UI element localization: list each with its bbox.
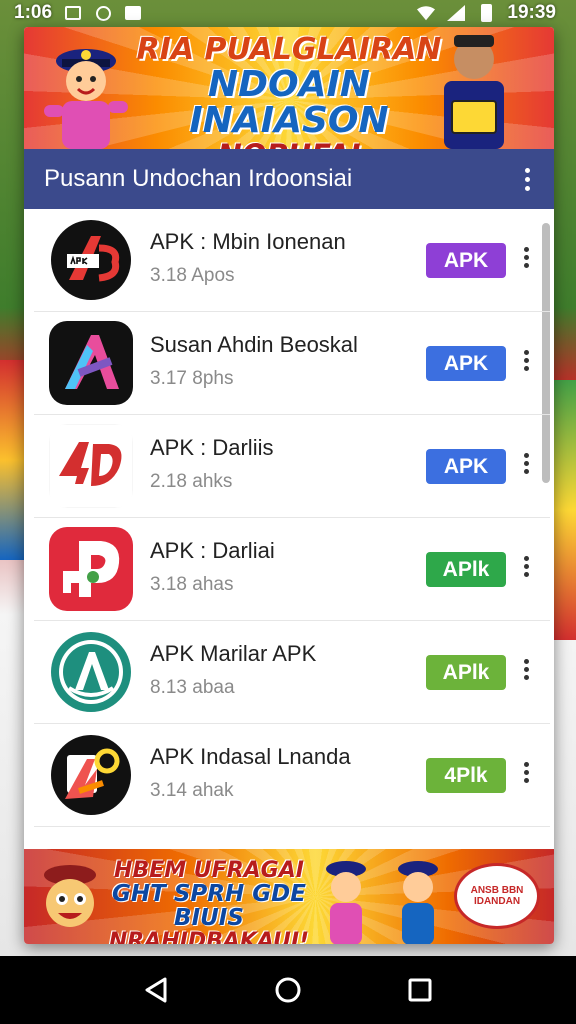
list-item[interactable]: APK Marilar APK 8.13 abaa APlk [34, 621, 550, 724]
apk-download-button[interactable]: 4Plk [426, 758, 506, 793]
banner-line-1: RIA PUALGLAIRAN [136, 32, 442, 67]
promo-banner-bottom-headline: HBEM UFRAGAI GHT SPRH GDE BIUIS NRAHIDBA… [94, 859, 324, 944]
apk-download-button[interactable]: APlk [426, 655, 506, 690]
status-right: 19:39 [417, 2, 556, 24]
list-item[interactable]: APK : Darliai 3.18 ahas APlk [34, 518, 550, 621]
overflow-menu-icon[interactable] [521, 164, 534, 195]
status-clock: 19:39 [507, 2, 556, 23]
promo-banner-headline: RIA PUALGLAIRAN NDOAIN INAIASON NOPUFAI … [129, 32, 449, 150]
item-text: APK : Mbin Ionenan 3.18 Apos [150, 229, 346, 287]
item-text: APK : Darliai 3.18 ahas [150, 538, 275, 596]
app-name: APK : Mbin Ionenan [150, 229, 346, 254]
circle-icon [94, 5, 112, 21]
list-item[interactable]: APK : Darliis 2.18 ahks APK [34, 415, 550, 518]
app-list[interactable]: APK : Mbin Ionenan 3.18 Apos APK Susan A… [24, 209, 554, 829]
background-decoration-right [552, 380, 576, 640]
item-text: APK : Darliis 2.18 ahks [150, 435, 273, 493]
apk-download-button[interactable]: APK [426, 346, 506, 381]
app-list-dialog: RIA PUALGLAIRAN NDOAIN INAIASON NOPUFAI … [24, 27, 554, 944]
green-seal-logo-icon [49, 630, 133, 714]
list-item[interactable]: Susan Ahdin Beoskal 3.17 8phs APK [34, 312, 550, 415]
list-item[interactable]: APK : Mbin Ionenan 3.18 Apos APK [34, 209, 550, 312]
app-meta: 3.18 Apos [150, 265, 235, 286]
app-meta: 3.18 ahas [150, 574, 234, 595]
home-icon[interactable] [268, 970, 308, 1010]
person-holding-card-icon [444, 35, 504, 149]
cartoon-officer-icon [398, 861, 438, 944]
banner-bottom-line-3: NRAHIDBAKAUI! [108, 929, 310, 944]
app-meta: 3.17 8phs [150, 368, 234, 389]
navigation-bar [0, 956, 576, 1024]
item-text: APK Marilar APK 8.13 abaa [150, 641, 316, 699]
app-name: APK Indasal Lnanda [150, 744, 351, 769]
status-time: 1:06 [14, 2, 53, 23]
red-p-logo-icon [49, 527, 133, 611]
app-name: APK Marilar APK [150, 641, 317, 666]
promo-badge: ANSB BBN IDANDAN [454, 863, 540, 929]
item-more-icon[interactable] [524, 659, 529, 680]
recents-icon[interactable] [400, 970, 440, 1010]
battery-icon [477, 4, 495, 22]
cartoon-officer-icon [326, 861, 366, 944]
list-item[interactable]: APK Indasal Lnanda 3.14 ahak 4Plk [34, 724, 550, 827]
apk-logo-icon [49, 218, 133, 302]
item-more-icon[interactable] [524, 453, 529, 474]
image-icon [64, 5, 82, 21]
app-name: APK : Darliis [150, 435, 274, 460]
apk-download-button[interactable]: APK [426, 449, 506, 484]
page-title: Pusann Undochan Irdoonsiai [44, 165, 353, 192]
item-more-icon[interactable] [524, 350, 529, 371]
banner-line-3: NOPUFAI HIDOOMGA! [129, 141, 449, 150]
wifi-icon [417, 5, 436, 21]
item-more-icon[interactable] [524, 247, 529, 268]
app-meta: 3.14 ahak [150, 780, 234, 801]
a-arrow-logo-icon [49, 321, 133, 405]
back-icon[interactable] [136, 970, 176, 1010]
message-icon [124, 5, 142, 21]
signal-icon [447, 5, 466, 21]
status-bar: 1:06 19:39 [0, 0, 576, 26]
app-name: Susan Ahdin Beoskal [150, 332, 358, 357]
status-left: 1:06 [14, 2, 142, 24]
red-4d-logo-icon [49, 424, 133, 508]
item-more-icon[interactable] [524, 556, 529, 577]
promo-banner-top[interactable]: RIA PUALGLAIRAN NDOAIN INAIASON NOPUFAI … [24, 27, 554, 149]
app-meta: 2.18 ahks [150, 471, 233, 492]
app-header: Pusann Undochan Irdoonsiai [24, 149, 554, 209]
cartoon-officer-icon [44, 49, 128, 149]
banner-line-2: NDOAIN INAIASON [189, 64, 389, 141]
background-decoration-left [0, 360, 26, 560]
item-text: Susan Ahdin Beoskal 3.17 8phs [150, 332, 358, 390]
app-meta: 8.13 abaa [150, 677, 235, 698]
apk-download-button[interactable]: APlk [426, 552, 506, 587]
flame-logo-icon [49, 733, 133, 817]
banner-bottom-line-2: GHT SPRH GDE BIUIS [112, 881, 306, 932]
app-name: APK : Darliai [150, 538, 275, 563]
item-more-icon[interactable] [524, 762, 529, 783]
item-text: APK Indasal Lnanda 3.14 ahak [150, 744, 351, 802]
apk-download-button[interactable]: APK [426, 243, 506, 278]
banner-bottom-line-1: HBEM UFRAGAI [114, 858, 304, 883]
promo-banner-bottom[interactable]: HBEM UFRAGAI GHT SPRH GDE BIUIS NRAHIDBA… [24, 849, 554, 944]
